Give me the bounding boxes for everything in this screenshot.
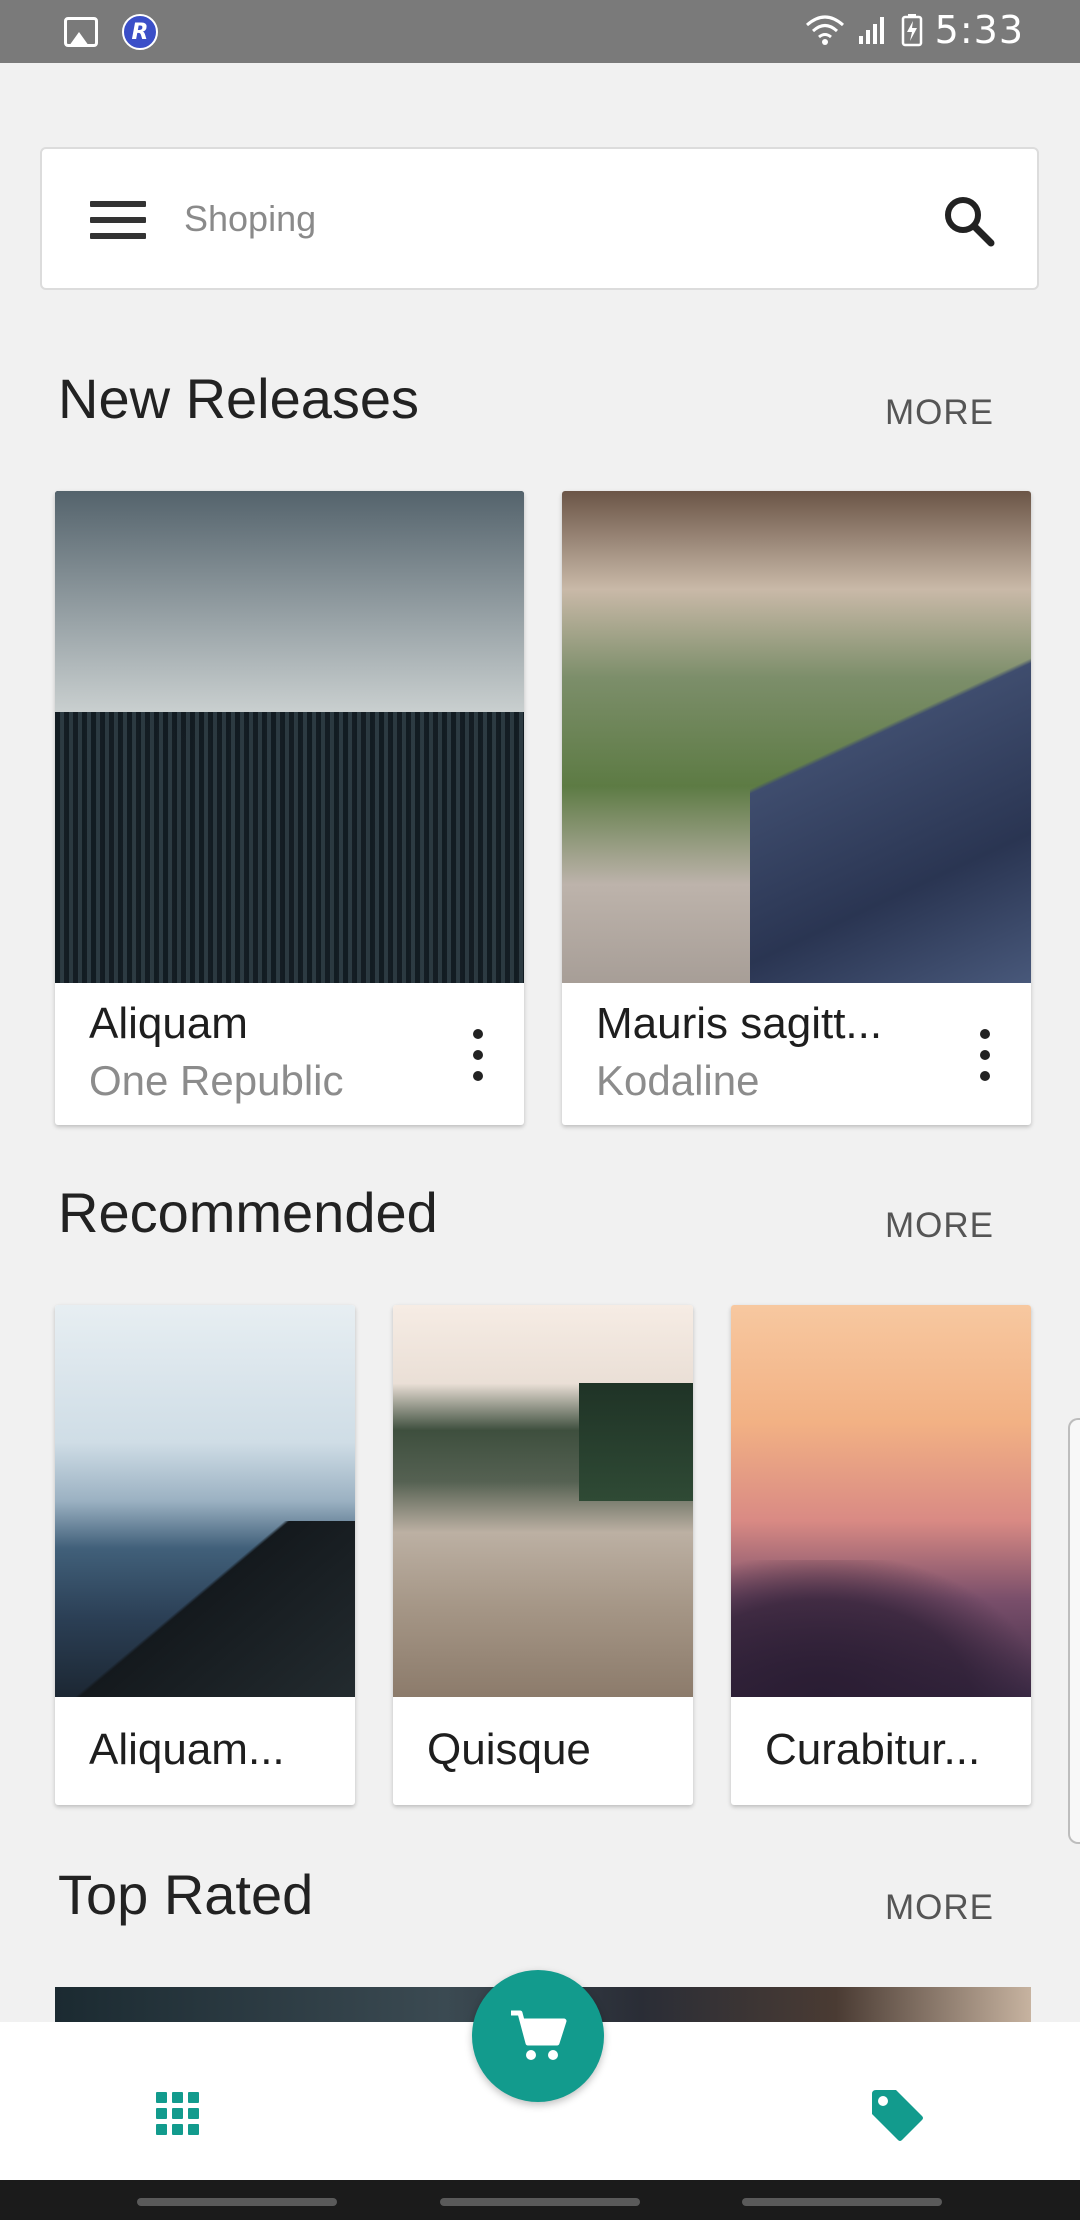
recommended-image-2: [393, 1305, 693, 1697]
clock: 5:33: [934, 8, 1024, 52]
recommended-title-2: Quisque: [427, 1725, 591, 1774]
release-artist-2: Kodaline: [596, 1057, 760, 1104]
battery-charging-icon: [901, 14, 922, 47]
release-image-2: [562, 491, 1031, 983]
section-title-new-releases: New Releases: [58, 367, 420, 430]
status-bar: R 5:33: [0, 0, 1080, 63]
release-title-1: Aliquam: [89, 999, 248, 1048]
grid-icon[interactable]: [156, 2092, 200, 2136]
recommended-image-3: [731, 1305, 1031, 1697]
search-icon[interactable]: [941, 193, 997, 249]
release-card-1[interactable]: Aliquam One Republic: [55, 491, 524, 1125]
section-title-top-rated: Top Rated: [58, 1863, 314, 1926]
nav-recent-apps[interactable]: [137, 2198, 337, 2206]
edge-panel-handle[interactable]: [1068, 1418, 1080, 1844]
more-button-top-rated[interactable]: MORE: [885, 1888, 994, 1928]
release-title-2: Mauris sagitt...: [596, 999, 883, 1048]
section-title-recommended: Recommended: [58, 1181, 438, 1244]
recommended-title-1: Aliquam...: [89, 1725, 285, 1774]
release-artist-1: One Republic: [89, 1057, 344, 1104]
release-image-1: [55, 491, 524, 983]
app-r-icon: R: [122, 14, 158, 50]
nav-home[interactable]: [440, 2198, 640, 2206]
tag-icon[interactable]: [868, 2086, 926, 2144]
more-button-recommended[interactable]: MORE: [885, 1206, 994, 1246]
signal-icon: [858, 17, 884, 44]
system-navigation-bar: [0, 2180, 1080, 2220]
menu-icon[interactable]: [90, 201, 146, 239]
recommended-card-3[interactable]: Curabitur...: [731, 1305, 1031, 1805]
more-options-icon[interactable]: [979, 1029, 991, 1081]
more-button-new-releases[interactable]: MORE: [885, 393, 994, 433]
recommended-card-1[interactable]: Aliquam...: [55, 1305, 355, 1805]
cart-icon: [511, 2010, 567, 2060]
system-icons: 5:33: [805, 8, 1024, 52]
more-options-icon[interactable]: [472, 1029, 484, 1081]
recommended-title-3: Curabitur...: [765, 1725, 981, 1774]
cart-button[interactable]: [472, 1970, 604, 2102]
notification-icons: R: [64, 14, 158, 50]
recommended-card-2[interactable]: Quisque: [393, 1305, 693, 1805]
nav-back[interactable]: [742, 2198, 942, 2206]
recommended-image-1: [55, 1305, 355, 1697]
gallery-icon: [64, 17, 98, 47]
release-card-2[interactable]: Mauris sagitt... Kodaline: [562, 491, 1031, 1125]
wifi-icon: [805, 15, 844, 45]
search-input[interactable]: [184, 189, 804, 249]
search-bar: [40, 147, 1039, 290]
